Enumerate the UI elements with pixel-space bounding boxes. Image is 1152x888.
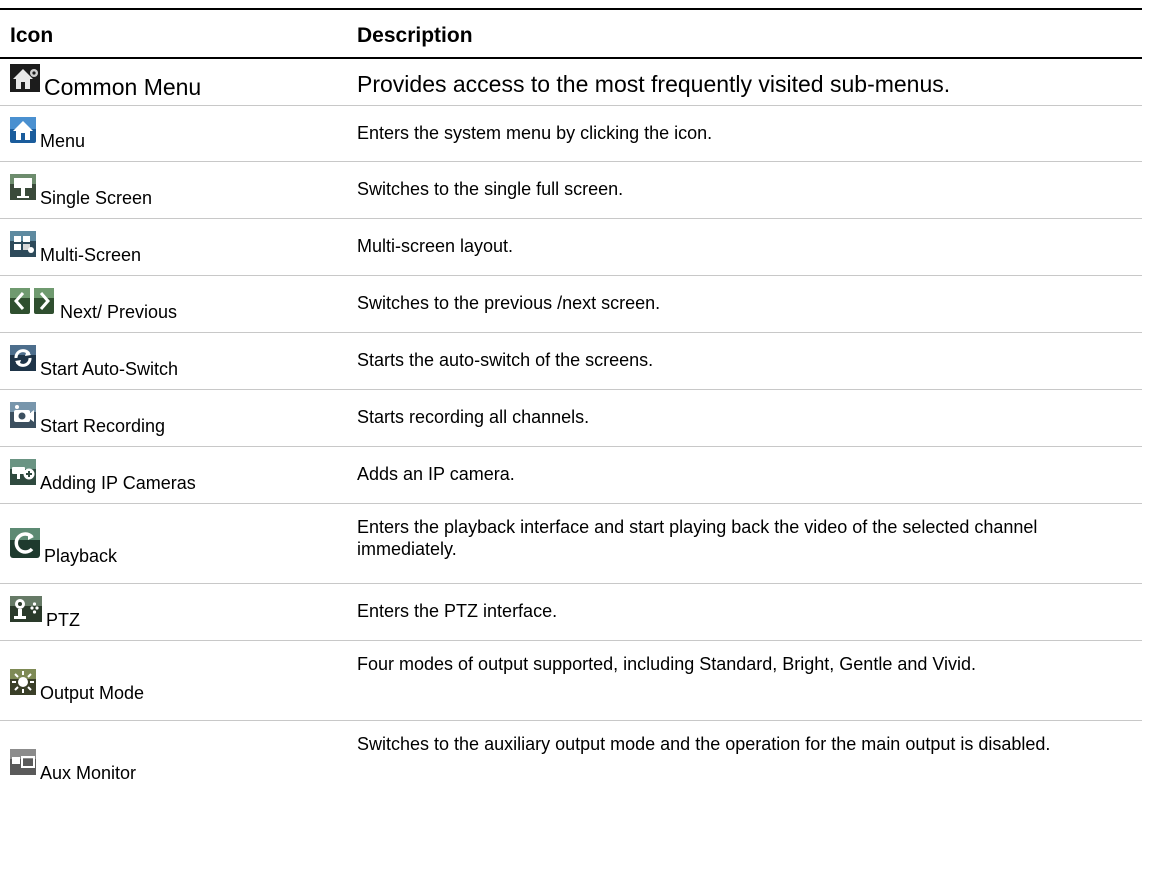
row-label-text: Output Mode [40, 683, 145, 703]
table-row: Next/ Previous Switches to the previous … [0, 276, 1142, 333]
auto-switch-icon [10, 345, 36, 371]
header-icon-column: Icon [10, 24, 54, 47]
table-row: Adding IP Cameras Adds an IP camera. [0, 447, 1142, 504]
row-label: PTZ [10, 596, 80, 630]
ip-camera-icon [10, 459, 36, 485]
table-row: Start Auto-Switch Starts the auto-switch… [0, 333, 1142, 390]
recording-icon [10, 402, 36, 428]
row-label: Aux Monitor [10, 749, 136, 783]
row-description: Four modes of output supported, includin… [357, 654, 977, 674]
row-description: Starts recording all channels. [357, 407, 590, 427]
row-description: Enters the system menu by clicking the i… [357, 123, 713, 143]
output-mode-icon [10, 669, 36, 695]
ptz-icon [10, 596, 42, 622]
row-description: Enters the PTZ interface. [357, 601, 558, 621]
row-label-text: Single Screen [40, 188, 153, 208]
row-label-text: Aux Monitor [40, 763, 137, 783]
row-description: Starts the auto-switch of the screens. [357, 350, 654, 370]
row-label: Start Auto-Switch [10, 345, 178, 379]
table-header: Icon Description [0, 10, 1142, 59]
row-description: Multi-screen layout. [357, 236, 514, 256]
row-label: Multi-Screen [10, 231, 141, 265]
row-label: Adding IP Cameras [10, 459, 196, 493]
home-icon [10, 117, 36, 143]
home-gear-icon [10, 64, 40, 92]
table-row: Aux Monitor Switches to the auxiliary ou… [0, 721, 1142, 800]
row-description: Provides access to the most frequently v… [357, 71, 951, 97]
row-label-text: Playback [44, 546, 118, 566]
playback-icon [10, 528, 40, 558]
prev-next-arrows-icon [10, 288, 56, 314]
row-label: Start Recording [10, 402, 165, 436]
row-label-text: Adding IP Cameras [40, 473, 196, 493]
row-description: Enters the playback interface and start … [357, 517, 1038, 559]
row-label-text: Multi-Screen [40, 245, 142, 265]
header-description-column: Description [357, 24, 473, 47]
table-row: Output Mode Four modes of output support… [0, 641, 1142, 721]
row-label-text: Start Recording [40, 416, 166, 436]
row-label: Common Menu [10, 64, 202, 100]
table-row: Single Screen Switches to the single ful… [0, 162, 1142, 219]
single-screen-icon [10, 174, 36, 200]
aux-monitor-icon [10, 749, 36, 775]
row-label: Menu [10, 117, 85, 151]
table-row: Multi-Screen Multi-screen layout. [0, 219, 1142, 276]
row-label-text: Menu [40, 131, 86, 151]
row-description: Switches to the auxiliary output mode an… [357, 734, 1051, 754]
table-row: Start Recording Starts recording all cha… [0, 390, 1142, 447]
row-label-text: Next/ Previous [60, 302, 178, 322]
row-label: Next/ Previous [10, 288, 177, 322]
row-label-text: PTZ [46, 610, 80, 630]
row-label: Output Mode [10, 669, 144, 703]
table-row: Menu Enters the system menu by clicking … [0, 106, 1142, 162]
row-description: Adds an IP camera. [357, 464, 515, 484]
row-description: Switches to the single full screen. [357, 179, 624, 199]
table-row: Playback Enters the playback interface a… [0, 504, 1142, 584]
multi-screen-icon [10, 231, 36, 257]
row-label: Playback [10, 528, 117, 566]
row-label-text: Common Menu [44, 74, 202, 100]
row-label-text: Start Auto-Switch [40, 359, 179, 379]
row-label: Single Screen [10, 174, 152, 208]
table-row: PTZ Enters the PTZ interface. [0, 584, 1142, 641]
row-description: Switches to the previous /next screen. [357, 293, 661, 313]
table-row: Common Menu Provides access to the most … [0, 59, 1142, 106]
